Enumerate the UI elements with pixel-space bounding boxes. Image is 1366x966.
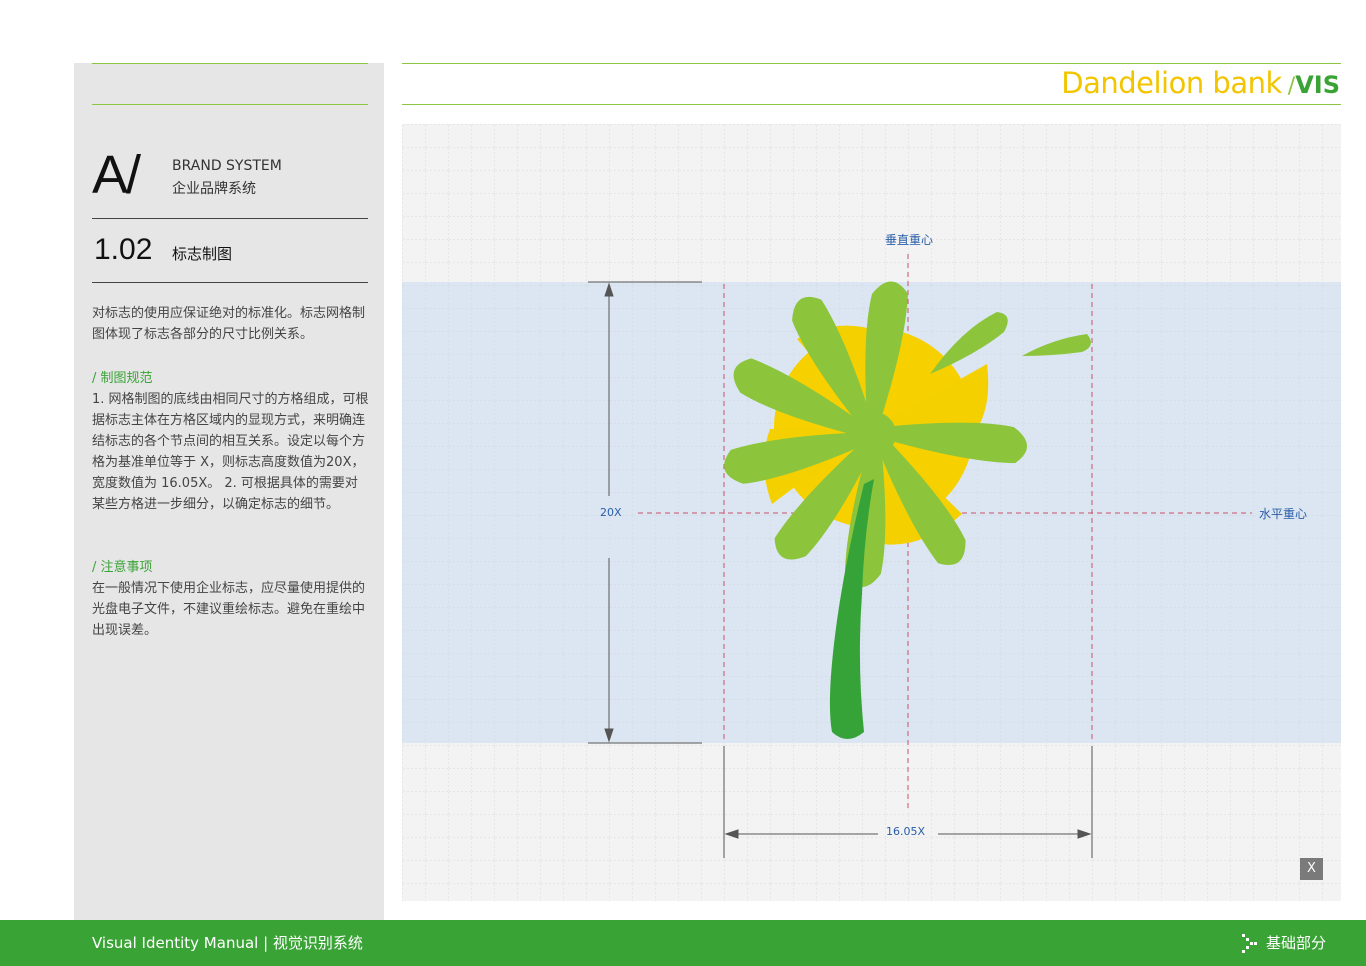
height-label: 20X <box>600 506 622 519</box>
header-line <box>402 63 1341 64</box>
grid-svg <box>402 124 1341 901</box>
page-title: 标志制图 <box>172 245 233 263</box>
notes-heading: / 注意事项 <box>92 560 153 575</box>
section-letter: A/ <box>92 145 141 205</box>
logo-grid-diagram: 垂直重心 水平重心 20X 16.05X <box>402 124 1341 901</box>
rules-body: 1. 网格制图的底线由相同尺寸的方格组成，可根据标志主体在方格区域内的显现方式，… <box>92 392 369 512</box>
brand-title: Dandelion bank/VIS <box>1061 66 1340 100</box>
brand-name: Dandelion bank <box>1061 66 1282 100</box>
sidebar-panel: A/ BRAND SYSTEM 企业品牌系统 1.02 标志制图 对标志的使用应… <box>74 63 384 920</box>
intro-text: 对标志的使用应保证绝对的标准化。标志网格制图体现了标志各部分的尺寸比例关系。 <box>92 306 366 342</box>
section-title-cn: 企业品牌系统 <box>172 181 256 197</box>
footer-section-label: 基础部分 <box>1265 934 1326 952</box>
page-number: 1.02 <box>94 233 153 266</box>
footer-section: 基础部分 <box>1241 932 1326 953</box>
divider <box>92 218 368 219</box>
close-button[interactable]: X <box>1300 858 1323 880</box>
footer-manual-title: Visual Identity Manual | 视觉识别系统 <box>92 934 363 952</box>
vertical-center-label: 垂直重心 <box>885 233 934 247</box>
rules-heading: / 制图规范 <box>92 371 153 386</box>
divider <box>92 104 368 105</box>
width-label: 16.05X <box>886 825 926 838</box>
header-line <box>402 104 1341 105</box>
brand-suffix: VIS <box>1295 71 1340 99</box>
horizontal-center-label: 水平重心 <box>1259 507 1308 521</box>
divider <box>92 282 368 283</box>
divider <box>92 63 368 64</box>
notes-body: 在一般情况下使用企业标志，应尽量使用提供的光盘电子文件，不建议重绘标志。避免在重… <box>92 581 366 638</box>
dots-arrow-icon <box>1241 933 1258 953</box>
footer-bar: Visual Identity Manual | 视觉识别系统 基础部分 <box>0 920 1366 966</box>
section-title-en: BRAND SYSTEM <box>172 158 282 174</box>
